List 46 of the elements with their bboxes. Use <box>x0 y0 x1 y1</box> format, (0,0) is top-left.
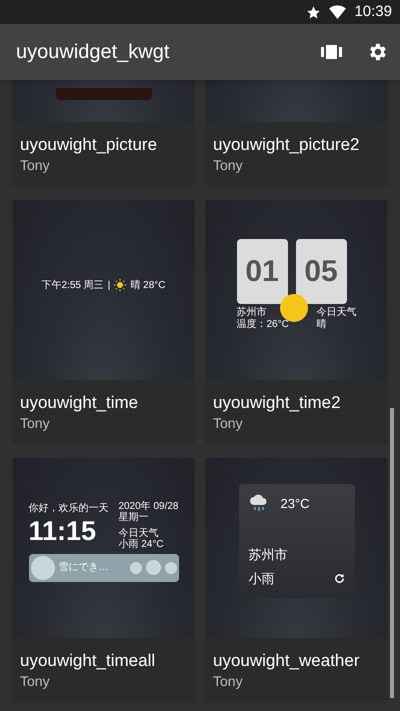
status-time: 10:39 <box>354 2 392 22</box>
refresh-icon[interactable] <box>334 572 344 584</box>
flip-digits: 01 <box>236 239 288 304</box>
condition-text: 晴 <box>316 319 328 331</box>
song-title: 雪にでき… <box>58 561 110 575</box>
clock-time: 11:15 <box>28 516 98 546</box>
widget-author: Tony <box>20 672 51 690</box>
widget-card[interactable]: uyouwight_picture Tony <box>13 80 194 185</box>
widget-author: Tony <box>213 156 244 174</box>
widget-card[interactable]: uyouwight_picture2 Tony <box>206 80 387 185</box>
weather-label: 今日天气 <box>118 528 160 538</box>
temperature-text: 23°C <box>280 495 310 514</box>
temperature-text: 温度：26°C <box>236 319 289 331</box>
app-title: uyouwidget_kwgt <box>16 40 170 65</box>
widget-author: Tony <box>213 672 244 690</box>
widget-title: uyouwight_timeall <box>20 650 156 672</box>
widget-title: uyouwight_time2 <box>213 392 342 414</box>
weather-label: 今日天气 <box>316 307 356 318</box>
date-text: 2020年 09/28 <box>118 500 178 512</box>
widget-author: Tony <box>20 156 51 174</box>
weather-text: 小雨 24°C <box>118 538 165 550</box>
star-icon <box>306 4 322 20</box>
widget-title: uyouwight_weather <box>213 650 360 672</box>
condition-text: 小雨 <box>248 570 274 588</box>
flip-digits: 05 <box>296 239 346 304</box>
widget-author: Tony <box>20 414 51 432</box>
weekday-text: 星期一 <box>118 512 150 522</box>
widget-title: uyouwight_picture <box>20 134 158 156</box>
widget-title: uyouwight_time <box>20 392 140 414</box>
city-text: 苏州市 <box>248 546 288 564</box>
widget-author: Tony <box>213 414 244 432</box>
greeting-text: 你好，欢乐的一天 <box>28 502 108 516</box>
cloud-rain-icon <box>248 494 268 514</box>
widget-card[interactable]: 01 05 苏州市 温度：26°C 今日天气 晴 uyouwight_time2 Tony <box>206 200 387 443</box>
wifi-icon <box>329 5 346 19</box>
widget-card[interactable]: 23°C 苏州市 小雨 uyouwight_weather Tony <box>206 458 387 701</box>
widget-card[interactable]: 下午2:55 周三 | 晴 28°C uyouwight_time Tony <box>13 200 194 443</box>
widget-title: uyouwight_picture2 <box>213 134 360 156</box>
carousel-icon[interactable] <box>321 45 342 59</box>
weather-text: 晴 28°C <box>130 278 166 292</box>
city-text: 苏州市 <box>236 307 268 318</box>
time-text: 下午2:55 周三 <box>42 278 104 292</box>
separator-text: | <box>108 278 110 292</box>
sun-drawing <box>280 294 308 322</box>
sun-icon <box>114 279 126 291</box>
album-art-icon <box>30 556 54 580</box>
